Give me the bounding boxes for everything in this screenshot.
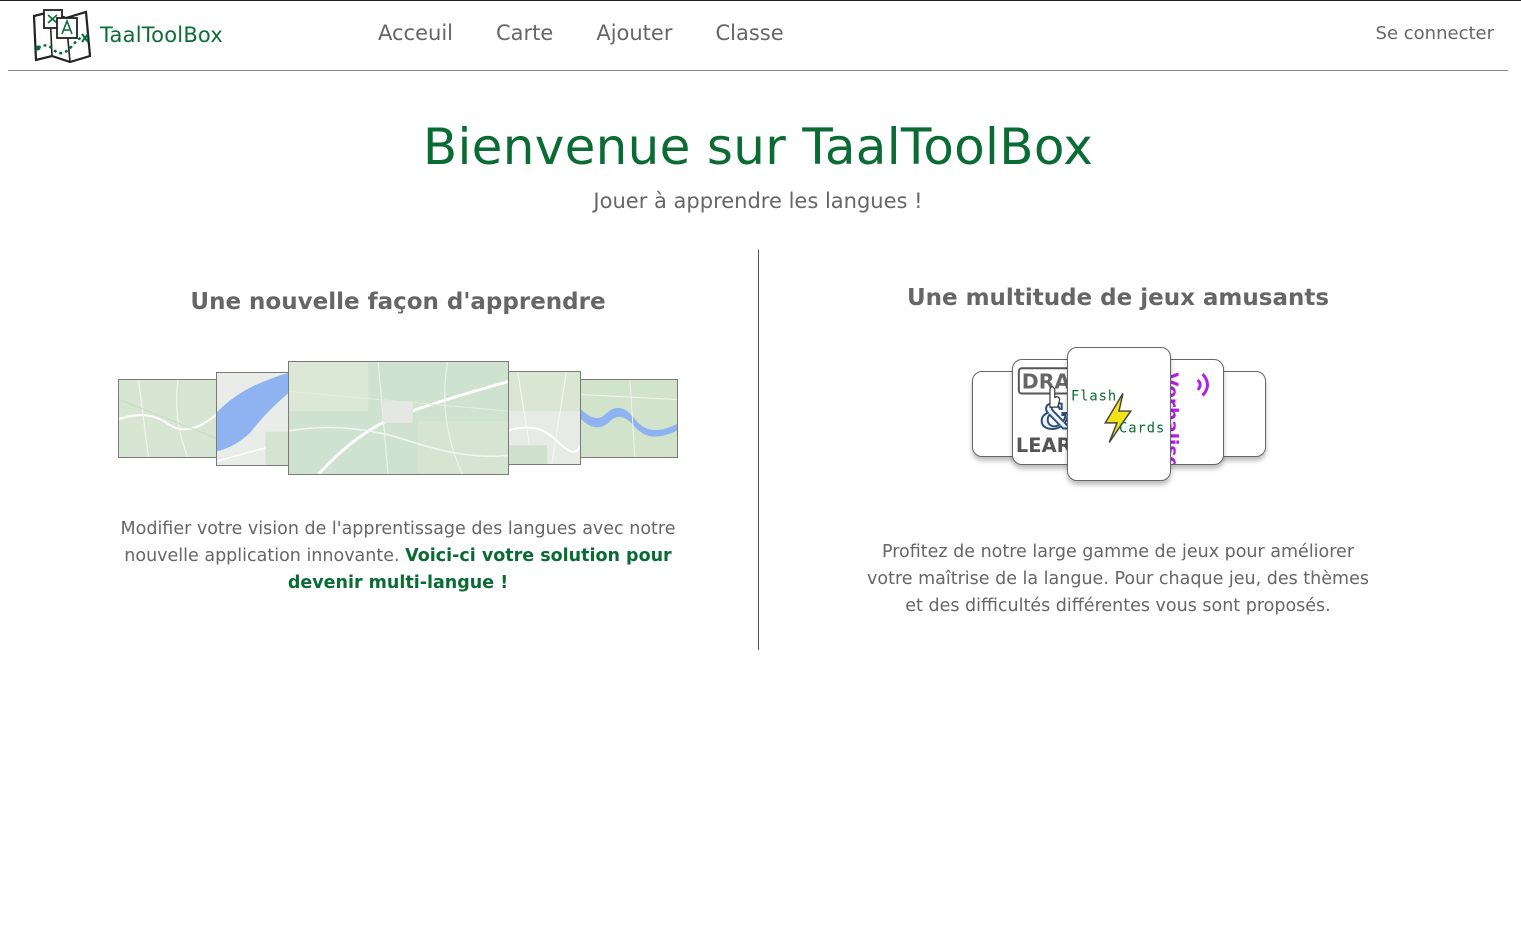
- games-section-text: Profitez de notre large gamme de jeux po…: [867, 542, 1369, 616]
- login-link[interactable]: Se connecter: [1376, 23, 1494, 44]
- page-subtitle: Jouer à apprendre les langues !: [593, 189, 923, 213]
- flash-text: Flash: [1071, 388, 1117, 404]
- main-nav: Acceuil Carte Ajouter Classe: [378, 21, 827, 45]
- map-thumbnail[interactable]: [118, 379, 218, 458]
- map-thumbnail[interactable]: [580, 379, 678, 458]
- games-carousel[interactable]: DRA & LEAR Verbalise Flash Cards: [970, 346, 1270, 486]
- column-divider: [758, 250, 759, 650]
- map-thumbnail[interactable]: [507, 371, 581, 465]
- logo-icon: [32, 9, 92, 64]
- learning-section-text: Modifier votre vision de l'apprentissage…: [112, 516, 684, 597]
- page-title: Bienvenue sur TaalToolBox: [422, 118, 1094, 176]
- map-thumbnail[interactable]: [216, 372, 290, 466]
- map-carousel[interactable]: [118, 361, 678, 476]
- cards-text: Cards: [1119, 421, 1165, 437]
- brand[interactable]: TaalToolBox: [30, 6, 223, 64]
- flash-cards-logo: Flash Cards: [1071, 388, 1165, 443]
- learning-section-title: Une nouvelle façon d'apprendre: [190, 289, 606, 315]
- drag-text: DRA: [1022, 370, 1071, 394]
- nav-item-acceuil[interactable]: Acceuil: [378, 21, 453, 45]
- nav-item-classe[interactable]: Classe: [715, 21, 783, 45]
- brand-name: TaalToolBox: [100, 23, 223, 47]
- learn-text: LEAR: [1016, 434, 1072, 457]
- game-card-flash-cards[interactable]: Flash Cards: [1067, 347, 1171, 481]
- nav-item-carte[interactable]: Carte: [496, 21, 553, 45]
- games-section-title: Une multitude de jeux amusants: [906, 285, 1330, 311]
- map-thumbnail-main[interactable]: [288, 361, 509, 475]
- navbar: TaalToolBox Acceuil Carte Ajouter Classe…: [8, 1, 1508, 71]
- nav-item-ajouter[interactable]: Ajouter: [596, 21, 672, 45]
